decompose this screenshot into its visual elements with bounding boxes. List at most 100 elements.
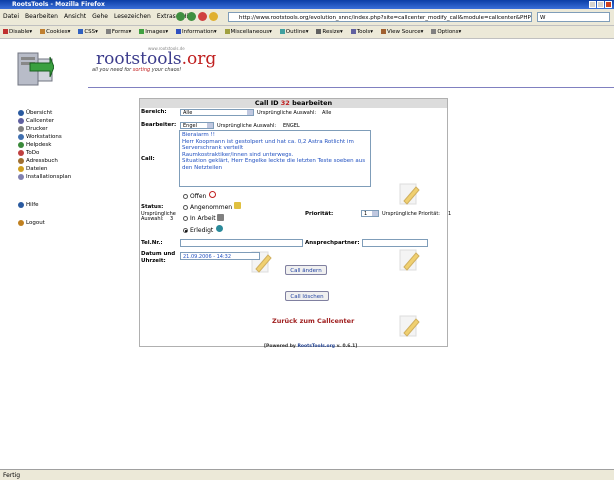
minimize-button[interactable] [589,1,596,8]
tools-icon [217,214,224,221]
chevron-down-icon [372,211,378,216]
ansprechpartner-input[interactable] [362,239,428,247]
logo-main: rootstools [96,49,182,69]
menu-extras[interactable]: Extras [157,9,176,25]
menubar: Datei Bearbeiten Ansicht Gehe Lesezeichen Ext… [0,9,614,26]
bearbeiter-orig-value: ENGEL [283,123,300,129]
call-textarea[interactable]: Bieraiarm !! Herr Koopmann ist gestolper… [179,130,371,187]
tel-input[interactable] [180,239,303,247]
search-input[interactable]: W [537,12,610,22]
forms-icon [105,29,111,34]
logo-tagline: all you need for sorting your chaos! [92,67,181,73]
tagline-pre: all you need for [92,67,133,73]
status-radio-in-arbeit[interactable] [183,216,188,221]
bereich-value: Alle [183,110,193,116]
status-radio-offen[interactable] [183,194,188,199]
logout-icon [18,219,24,226]
maximize-button[interactable] [597,1,604,8]
forward-arrow-icon[interactable] [187,12,196,21]
call-id: 32 [280,99,290,107]
options-icon [431,29,437,34]
devbar-images[interactable]: Images▾ [139,26,168,38]
panel-title: Call ID 32 bearbeiten [140,99,447,108]
home-icon[interactable] [209,12,218,21]
powered-link[interactable]: RootsTools.org [297,344,335,349]
sidebar-item-uebersicht[interactable]: Übersicht [18,109,71,117]
devbar-cookies[interactable]: Cookies▾ [40,26,70,38]
folder-icon [18,165,24,172]
bereich-label: Bereich: [141,109,167,115]
back-to-callcenter-link[interactable]: Zurück zum Callcenter [272,317,354,325]
tagline-post: your chaos! [150,67,182,73]
url-bar[interactable]: http://www.rootstools.org/evolution_snnc… [228,12,532,22]
devbar-label: Options▾ [437,29,462,35]
sidebar-item-callcenter[interactable]: Callcenter [18,117,71,125]
status-text: Fertig [3,472,21,479]
sidebar-item-drucker[interactable]: Drucker [18,125,71,133]
status-orig-label-2: Auswahl: [141,216,164,222]
devbar-outline[interactable]: Outline▾ [279,26,308,38]
devbar-options[interactable]: Options▾ [431,26,461,38]
datum-input[interactable]: 21.09.2006 - 14:32 [180,252,260,260]
sidebar-item-hilfe[interactable]: Hilfe [18,201,71,209]
devbar-tools[interactable]: Tools▾ [350,26,373,38]
menu-lesezeichen[interactable]: Lesezeichen [114,9,151,25]
workstation-icon [18,133,24,140]
back-arrow-icon[interactable] [176,12,185,21]
stop-icon[interactable] [198,12,207,21]
menu-datei[interactable]: Datei [3,9,19,25]
sidebar-item-installationsplan[interactable]: Installationsplan [18,173,71,181]
todo-icon [18,149,24,156]
menu-ansicht[interactable]: Ansicht [64,9,86,25]
logo-org: .org [181,49,217,69]
sidebar-item-dateien[interactable]: Dateien [18,165,71,173]
devbar-information[interactable]: Information▾ [176,26,217,38]
bereich-select[interactable]: Alle [180,109,254,116]
powered-post: v. 0.6.1] [335,344,358,349]
devbar-disable[interactable]: Disable▾ [3,26,32,38]
sidebar-item-helpdesk[interactable]: Helpdesk [18,141,71,149]
status-radio-angenommen[interactable] [183,205,188,210]
close-button[interactable] [605,1,612,8]
chevron-down-icon [247,110,253,115]
devbar-label: Cookies▾ [46,29,71,35]
header-divider [88,87,614,88]
title-post: bearbeiten [289,99,333,107]
sidebar-item-label: Helpdesk [26,142,52,148]
title-pre: Call ID [254,99,281,107]
sidebar-item-workstations[interactable]: Workstations [18,133,71,141]
devbar-css[interactable]: CSS▾ [78,26,98,38]
sidebar-item-label: Adressbuch [26,158,58,164]
devbar-resize[interactable]: Resize▾ [316,26,343,38]
installplan-icon [18,173,24,180]
callcenter-icon [18,117,24,124]
ansprech-label: Ansprechpartner: [305,240,360,246]
prio-orig-label: Ursprüngliche Priorität: [382,211,440,217]
powered-by: [Powered by RootsTools.org v. 0.6.1] [264,344,357,349]
bearbeiter-select[interactable]: Engel [180,122,214,129]
resize-icon [316,29,322,34]
menu-gehe[interactable]: Gehe [92,9,108,25]
tagline-red: sorting [132,67,151,73]
sidebar-item-todo[interactable]: ToDo [18,149,71,157]
devbar-miscellaneous[interactable]: Miscellaneous▾ [224,26,272,38]
call-line: Herr Koopmann ist gestolpert und hat ca.… [182,138,354,152]
devbar-forms[interactable]: Forms▾ [105,26,132,38]
status-radio-erledigt[interactable] [183,228,188,233]
sidebar-item-logout[interactable]: Logout [18,219,71,227]
prio-label: Priorität: [305,211,334,217]
devbar-view-source[interactable]: View Source▾ [380,26,423,38]
menu-bearbeiten[interactable]: Bearbeiten [25,9,58,25]
call-delete-button[interactable]: Call löschen [285,291,329,301]
prio-select[interactable]: 1 [361,210,379,217]
exclamation-icon [209,191,216,198]
call-change-button[interactable]: Call ändern [285,265,327,275]
overview-icon [18,109,24,116]
chevron-down-icon [207,123,213,128]
sidebar-item-adressbuch[interactable]: Adressbuch [18,157,71,165]
view-source-icon [380,29,386,34]
bearbeiter-value: Engel [183,123,197,129]
status-option-label: Offen [190,193,207,200]
sidebar-item-label: Callcenter [26,118,54,124]
devbar-label: Forms▾ [111,29,132,35]
